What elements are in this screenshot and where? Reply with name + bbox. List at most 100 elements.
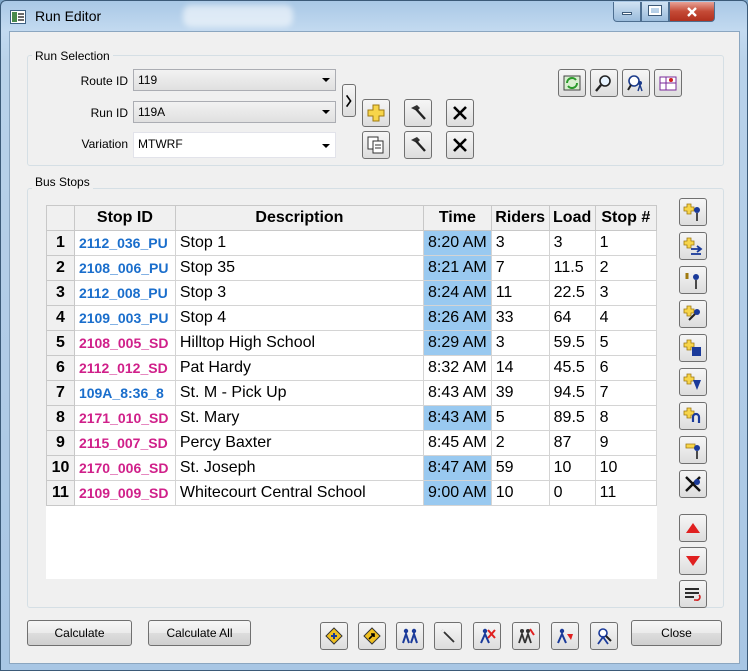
cell-stop-id[interactable]: 2115_007_SD <box>73 430 176 456</box>
cell-stop-id[interactable]: 2112_008_PU <box>73 280 176 306</box>
table-row[interactable]: 9 2115_007_SD Percy Baxter 8:45 AM 2 87 9 <box>46 430 658 456</box>
minimize-button[interactable] <box>613 2 641 22</box>
students-button[interactable] <box>396 622 424 650</box>
delete-run-button[interactable] <box>446 99 474 127</box>
cell-description[interactable]: Pat Hardy <box>174 355 425 381</box>
cell-time[interactable]: 8:43 AM <box>423 405 492 431</box>
cell-load[interactable]: 3 <box>548 230 596 256</box>
cell-description[interactable]: Percy Baxter <box>174 430 425 456</box>
cell-description[interactable]: St. Joseph <box>174 455 425 481</box>
cell-time[interactable]: 8:24 AM <box>423 280 492 306</box>
row-number[interactable]: 11 <box>46 480 75 506</box>
maximize-button[interactable] <box>641 2 669 22</box>
cell-riders[interactable]: 5 <box>490 405 550 431</box>
move-stop-button[interactable] <box>679 300 707 328</box>
wand-button[interactable] <box>434 622 462 650</box>
cell-time[interactable]: 8:32 AM <box>423 355 492 381</box>
assign-students-button[interactable] <box>512 622 540 650</box>
run-id-select[interactable]: 119A <box>133 101 336 123</box>
cell-stop-id[interactable]: 2108_005_SD <box>73 330 176 356</box>
table-row[interactable]: 4 2109_003_PU Stop 4 8:26 AM 33 64 4 <box>46 305 658 331</box>
remove-stop-button[interactable] <box>679 470 707 498</box>
directions-button[interactable] <box>358 622 386 650</box>
cell-description[interactable]: Stop 3 <box>174 280 425 306</box>
inspect-button[interactable] <box>590 622 618 650</box>
find-student-button[interactable] <box>622 69 650 97</box>
cell-riders[interactable]: 39 <box>490 380 550 406</box>
cell-stop-number[interactable]: 9 <box>594 430 658 456</box>
remove-students-button[interactable] <box>473 622 501 650</box>
route-settings-button[interactable] <box>320 622 348 650</box>
cell-riders[interactable]: 3 <box>490 230 550 256</box>
cell-load[interactable]: 64 <box>548 305 596 331</box>
cell-time[interactable]: 8:26 AM <box>423 305 492 331</box>
col-header-stop-number[interactable]: Stop # <box>594 205 658 231</box>
table-row[interactable]: 2 2108_006_PU Stop 35 8:21 AM 7 11.5 2 <box>46 255 658 281</box>
row-number[interactable]: 1 <box>46 230 75 256</box>
cell-load[interactable]: 22.5 <box>548 280 596 306</box>
table-row[interactable]: 7 109A_8:36_8 St. M - Pick Up 8:43 AM 39 94.5… <box>46 380 658 406</box>
add-run-button[interactable] <box>362 99 390 127</box>
stop-zone-button[interactable] <box>679 334 707 362</box>
close-window-button[interactable] <box>669 2 715 22</box>
expand-run-button[interactable] <box>342 84 356 117</box>
calculate-all-button[interactable]: Calculate All <box>148 620 251 646</box>
add-stop-button[interactable] <box>679 198 707 226</box>
table-row[interactable]: 11 2109_009_SD Whitecourt Central School 9:… <box>46 480 658 506</box>
edit-variation-button[interactable] <box>404 131 432 159</box>
copy-variation-button[interactable] <box>362 131 390 159</box>
variation-select[interactable]: MTWRF <box>133 132 336 158</box>
cell-stop-id[interactable]: 2170_006_SD <box>73 455 176 481</box>
cell-load[interactable]: 0 <box>548 480 596 506</box>
cell-load[interactable]: 11.5 <box>548 255 596 281</box>
col-header-load[interactable]: Load <box>548 205 596 231</box>
cell-load[interactable]: 87 <box>548 430 596 456</box>
stops-grid[interactable]: Stop ID Description Time Riders Load Sto… <box>46 205 658 579</box>
cell-riders[interactable]: 7 <box>490 255 550 281</box>
cell-description[interactable]: Stop 35 <box>174 255 425 281</box>
table-row[interactable]: 3 2112_008_PU Stop 3 8:24 AM 11 22.5 3 <box>46 280 658 306</box>
cell-stop-number[interactable]: 1 <box>594 230 658 256</box>
cell-riders[interactable]: 11 <box>490 280 550 306</box>
stop-down-button[interactable] <box>679 368 707 396</box>
row-number[interactable]: 4 <box>46 305 75 331</box>
col-header-time[interactable]: Time <box>423 205 492 231</box>
cell-stop-number[interactable]: 6 <box>594 355 658 381</box>
move-up-button[interactable] <box>679 514 707 542</box>
row-number[interactable]: 7 <box>46 380 75 406</box>
cell-riders[interactable]: 59 <box>490 455 550 481</box>
cell-stop-id[interactable]: 2112_012_SD <box>73 355 176 381</box>
col-header-riders[interactable]: Riders <box>490 205 550 231</box>
table-row[interactable]: 8 2171_010_SD St. Mary 8:43 AM 5 89.5 8 <box>46 405 658 431</box>
cell-description[interactable]: Whitecourt Central School <box>174 480 425 506</box>
cell-stop-id[interactable]: 2112_036_PU <box>73 230 176 256</box>
cell-riders[interactable]: 2 <box>490 430 550 456</box>
cell-description[interactable]: Stop 1 <box>174 230 425 256</box>
cell-load[interactable]: 94.5 <box>548 380 596 406</box>
cell-load[interactable]: 10 <box>548 455 596 481</box>
cell-time[interactable]: 8:45 AM <box>423 430 492 456</box>
row-number[interactable]: 5 <box>46 330 75 356</box>
cell-riders[interactable]: 10 <box>490 480 550 506</box>
cell-description[interactable]: Stop 4 <box>174 305 425 331</box>
cell-time[interactable]: 8:29 AM <box>423 330 492 356</box>
cell-stop-number[interactable]: 5 <box>594 330 658 356</box>
cell-riders[interactable]: 33 <box>490 305 550 331</box>
row-number[interactable]: 2 <box>46 255 75 281</box>
edit-run-button[interactable] <box>404 99 432 127</box>
table-row[interactable]: 5 2108_005_SD Hilltop High School 8:29 AM 3 5… <box>46 330 658 356</box>
undo-stop-button[interactable] <box>679 402 707 430</box>
cell-time[interactable]: 8:47 AM <box>423 455 492 481</box>
cell-time[interactable]: 8:20 AM <box>423 230 492 256</box>
cell-load[interactable]: 59.5 <box>548 330 596 356</box>
cell-stop-number[interactable]: 8 <box>594 405 658 431</box>
cell-stop-id[interactable]: 2109_009_SD <box>73 480 176 506</box>
table-row[interactable]: 10 2170_006_SD St. Joseph 8:47 AM 59 10 10 <box>46 455 658 481</box>
cell-stop-id[interactable]: 2171_010_SD <box>73 405 176 431</box>
table-row[interactable]: 1 2112_036_PU Stop 1 8:20 AM 3 3 1 <box>46 230 658 256</box>
cell-load[interactable]: 45.5 <box>548 355 596 381</box>
grid-map-button[interactable] <box>654 69 682 97</box>
stop-edit-button[interactable] <box>679 436 707 464</box>
insert-stop-button[interactable] <box>679 266 707 294</box>
cell-description[interactable]: Hilltop High School <box>174 330 425 356</box>
